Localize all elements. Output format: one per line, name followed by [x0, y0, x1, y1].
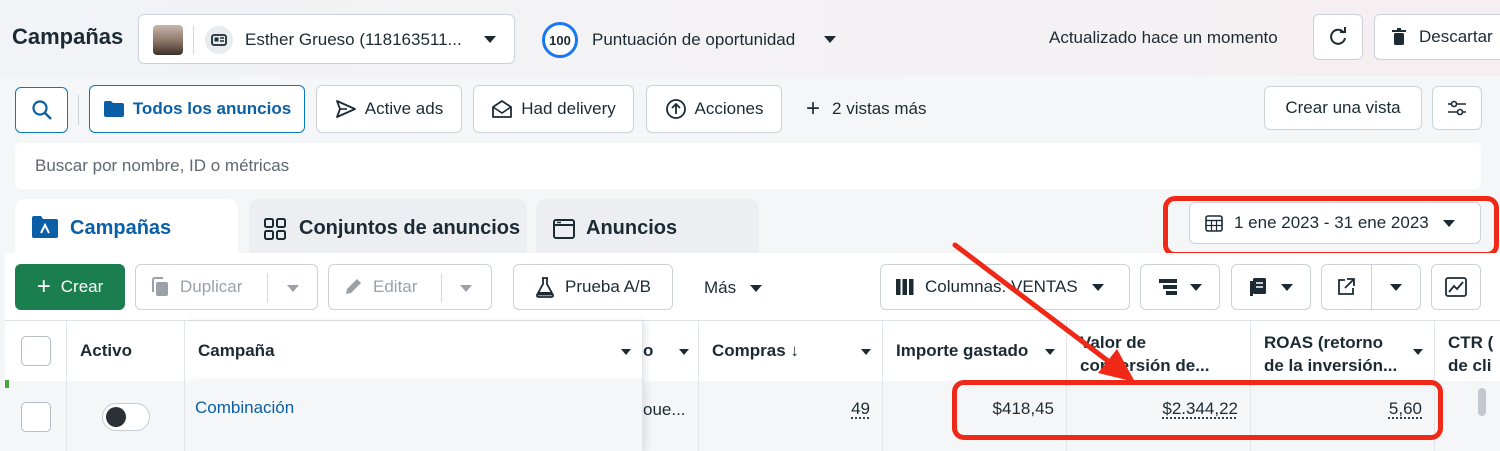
annotation-arrow: [0, 0, 1500, 451]
